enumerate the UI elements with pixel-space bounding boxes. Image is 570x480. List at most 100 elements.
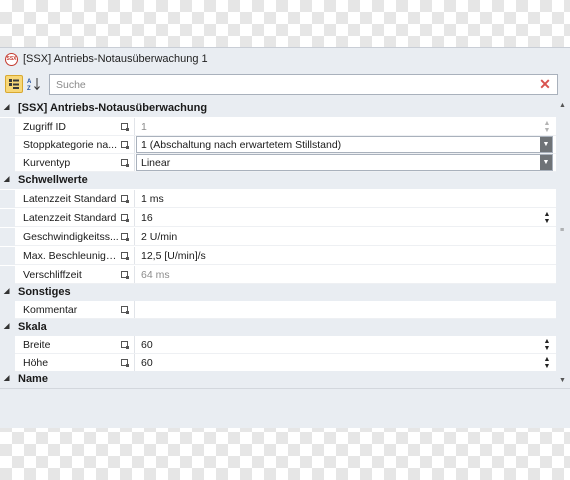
property-row[interactable]: Breite 60 ▲ ▼ [0, 336, 556, 354]
category-label: Schwellwerte [18, 174, 88, 186]
dropdown-value: 1 (Abschaltung nach erwartetem Stillstan… [141, 139, 342, 151]
property-value[interactable]: 1 ms [141, 193, 164, 205]
category-header[interactable]: ◢ Sonstiges [0, 284, 556, 301]
property-value[interactable]: 2 U/min [141, 231, 177, 243]
spinner-arrows-icon[interactable]: ▲ ▼ [543, 356, 551, 370]
sort-az-icon: A Z [27, 78, 40, 91]
description-area [0, 388, 570, 428]
row-gutter [0, 354, 15, 372]
property-row[interactable]: Stoppkategorie na... 1 (Abschaltung nach … [0, 136, 556, 154]
column-divider [134, 154, 135, 172]
property-row[interactable]: Kommentar [0, 301, 556, 319]
property-name: Verschliffzeit [23, 269, 82, 281]
scroll-up-icon[interactable]: ▲ [559, 102, 566, 109]
row-gutter [0, 118, 15, 136]
categorized-icon [9, 79, 19, 89]
property-edit-icon[interactable] [121, 123, 129, 131]
category-header[interactable]: ◢ [SSX] Antriebs-Notausüberwachung [0, 100, 556, 117]
property-edit-icon[interactable] [121, 306, 129, 314]
property-value[interactable]: 60 [141, 357, 153, 369]
row-gutter [0, 301, 15, 319]
column-divider [134, 266, 135, 284]
row-gutter [0, 247, 15, 265]
category-header[interactable]: ◢ Skala [0, 319, 556, 336]
property-grid: ◢ [SSX] Antriebs-Notausüberwachung Zugriff… [0, 100, 570, 388]
category-label: [SSX] Antriebs-Notausüberwachung [18, 102, 208, 114]
property-edit-icon[interactable] [121, 271, 129, 279]
property-value[interactable]: 60 [141, 339, 153, 351]
spinner-arrows-icon: ▲ ▼ [543, 120, 551, 134]
property-edit-icon[interactable] [121, 341, 129, 349]
search-box: ✕ [49, 74, 558, 95]
property-row[interactable]: Zugriff ID 1 ▲ ▼ [0, 118, 556, 136]
clear-search-icon[interactable]: ✕ [539, 77, 551, 91]
column-divider [134, 301, 135, 319]
column-divider [134, 336, 135, 354]
property-edit-icon[interactable] [121, 359, 129, 367]
collapse-triangle-icon[interactable]: ◢ [4, 322, 9, 330]
column-divider [134, 209, 135, 227]
category-header[interactable]: ◢ Name [0, 371, 556, 388]
value-dropdown[interactable]: Linear ▼ [136, 154, 553, 171]
property-edit-icon[interactable] [121, 233, 129, 241]
collapse-triangle-icon[interactable]: ◢ [4, 103, 9, 111]
property-row[interactable]: Max. Beschleunigu... 12,5 [U/min]/s [0, 247, 556, 265]
search-input[interactable] [50, 75, 520, 94]
scroll-grip-icon[interactable]: ≡ [560, 227, 566, 236]
column-divider [134, 118, 135, 136]
property-name: Breite [23, 339, 51, 351]
ssx-logo-icon: SSX [5, 53, 18, 66]
window-title: [SSX] Antriebs-Notausüberwachung 1 [23, 53, 208, 65]
property-edit-icon[interactable] [121, 195, 129, 203]
property-row[interactable]: Höhe 60 ▲ ▼ [0, 354, 556, 372]
spinner-arrows-icon[interactable]: ▲ ▼ [543, 338, 551, 352]
alphabetical-sort-button[interactable]: A Z [25, 75, 43, 93]
dropdown-arrow-icon[interactable]: ▼ [540, 137, 552, 152]
title-bar: SSX [SSX] Antriebs-Notausüberwachung 1 [0, 48, 570, 72]
row-divider [15, 245, 556, 246]
categorized-view-button[interactable] [5, 75, 23, 93]
property-edit-icon[interactable] [121, 159, 129, 167]
row-gutter [0, 228, 15, 246]
property-value[interactable]: 12,5 [U/min]/s [141, 250, 206, 262]
property-row[interactable]: Kurventyp Linear ▼ [0, 154, 556, 172]
value-dropdown[interactable]: 1 (Abschaltung nach erwartetem Stillstan… [136, 136, 553, 153]
property-row[interactable]: Latenzzeit Standard 16 ▲ ▼ [0, 209, 556, 227]
category-header[interactable]: ◢ Schwellwerte [0, 172, 556, 189]
row-gutter [0, 154, 15, 172]
category-label: Skala [18, 321, 47, 333]
svg-text:A: A [27, 79, 32, 85]
scroll-down-icon[interactable]: ▼ [559, 377, 566, 384]
property-edit-icon[interactable] [121, 214, 129, 222]
column-divider [134, 228, 135, 246]
collapse-triangle-icon[interactable]: ◢ [4, 374, 9, 382]
property-name: Kommentar [23, 304, 78, 316]
property-name: Max. Beschleunigu... [23, 250, 119, 262]
collapse-triangle-icon[interactable]: ◢ [4, 287, 9, 295]
dropdown-value: Linear [141, 157, 171, 169]
property-edit-icon[interactable] [121, 141, 129, 149]
property-name: Höhe [23, 357, 49, 369]
toolbar: A Z ✕ [5, 74, 558, 95]
column-divider [134, 190, 135, 208]
row-divider [15, 226, 556, 227]
dropdown-arrow-icon[interactable]: ▼ [540, 155, 552, 170]
property-edit-icon[interactable] [121, 252, 129, 260]
property-value[interactable]: 16 [141, 212, 153, 224]
property-row[interactable]: Latenzzeit Standard 1 ms [0, 190, 556, 208]
row-gutter [0, 190, 15, 208]
property-row[interactable]: Verschliffzeit 64 ms [0, 266, 556, 284]
property-row[interactable]: Geschwindigkeitss... 2 U/min [0, 228, 556, 246]
category-label: Sonstiges [18, 286, 71, 298]
spinner-arrows-icon[interactable]: ▲ ▼ [543, 211, 551, 225]
property-name: Stoppkategorie na... [23, 139, 117, 151]
row-gutter [0, 266, 15, 284]
vertical-scrollbar[interactable]: ▲ ≡ ▼ [556, 100, 570, 388]
row-divider [15, 207, 556, 208]
property-name: Geschwindigkeitss... [23, 231, 119, 243]
collapse-triangle-icon[interactable]: ◢ [4, 175, 9, 183]
row-gutter [0, 209, 15, 227]
svg-text:Z: Z [27, 86, 31, 91]
property-name: Latenzzeit Standard [23, 193, 117, 205]
row-gutter [0, 136, 15, 154]
